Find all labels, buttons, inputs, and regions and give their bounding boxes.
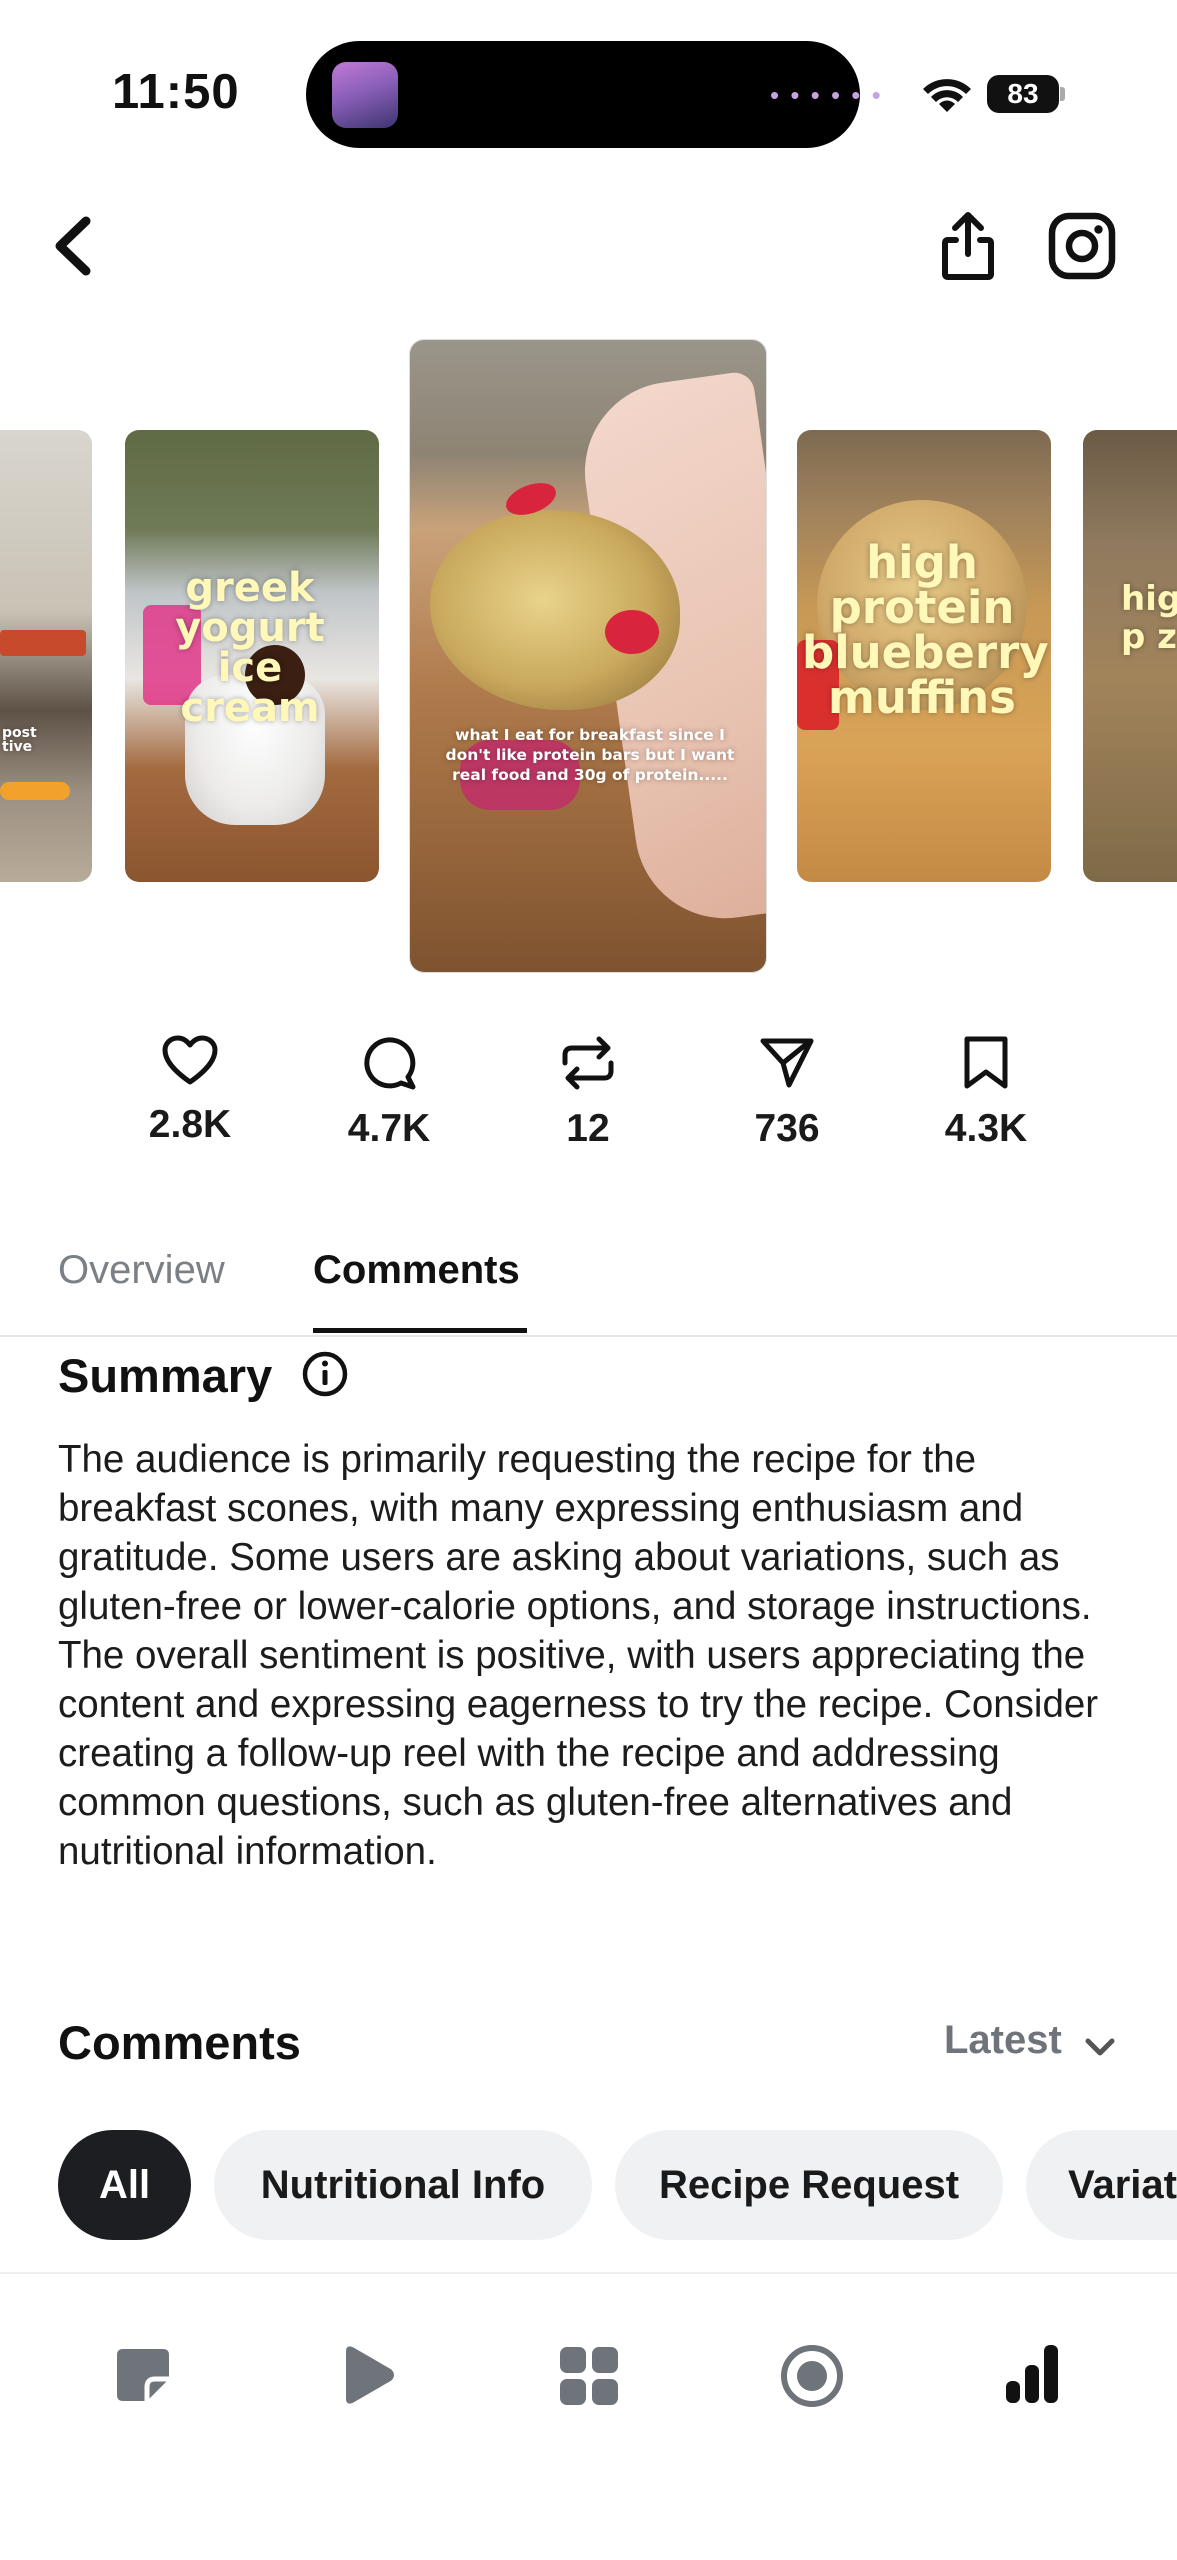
live-activity-app-icon xyxy=(332,62,398,128)
info-icon[interactable] xyxy=(301,1350,349,1398)
status-time: 11:50 xyxy=(112,65,240,119)
back-chevron-icon[interactable] xyxy=(48,215,98,277)
tab-overview[interactable]: Overview xyxy=(58,1248,225,1293)
chevron-down-icon xyxy=(1085,2038,1115,2056)
battery-tip xyxy=(1060,87,1065,101)
carousel-thumb-right-partial[interactable]: high p z xyxy=(1083,430,1177,882)
wifi-icon xyxy=(923,79,971,112)
thumb-overlay-text: high p z xyxy=(1121,579,1177,657)
filter-chip-nutritional-info[interactable]: Nutritional Info xyxy=(214,2130,592,2240)
repost-icon xyxy=(562,1036,614,1090)
filter-chip-all[interactable]: All xyxy=(58,2130,191,2240)
apps-grid-icon[interactable] xyxy=(558,2345,620,2407)
summary-text: The audience is primarily requesting the… xyxy=(58,1438,1099,1873)
insights-bar-chart-icon[interactable] xyxy=(1004,2343,1060,2405)
stat-likes: 2.8K xyxy=(105,1035,275,1147)
carousel-thumb-greek-yogurt[interactable]: greek yogurt ice cream xyxy=(125,430,379,882)
battery-indicator: 83 xyxy=(987,75,1059,113)
heart-icon xyxy=(162,1035,218,1085)
thumb-overlay-text: high protein blueberry muffins xyxy=(802,536,1049,724)
stat-comments: 4.7K xyxy=(304,1035,474,1151)
tab-comments[interactable]: Comments xyxy=(313,1248,520,1293)
stat-reposts: 12 xyxy=(503,1035,673,1151)
posts-icon[interactable] xyxy=(113,2345,173,2405)
reels-play-icon[interactable] xyxy=(340,2345,396,2405)
likes-count: 2.8K xyxy=(148,1103,232,1146)
comments-count: 4.7K xyxy=(347,1107,431,1150)
saves-count: 4.3K xyxy=(944,1107,1028,1150)
comment-bubble-icon xyxy=(364,1037,416,1090)
carousel-thumb-blueberry-muffins[interactable]: high protein blueberry muffins xyxy=(797,430,1051,882)
active-tab-indicator xyxy=(313,1328,527,1333)
carousel-thumb-left-partial[interactable]: post tive xyxy=(0,430,92,882)
stat-shares: 736 xyxy=(702,1035,872,1151)
sort-dropdown[interactable]: Latest xyxy=(944,2010,1124,2070)
reposts-count: 12 xyxy=(566,1107,610,1150)
stat-saves: 4.3K xyxy=(901,1035,1071,1151)
send-paper-plane-icon xyxy=(760,1038,814,1088)
shares-count: 736 xyxy=(754,1107,820,1150)
thumb-overlay-text: post tive xyxy=(2,725,37,755)
record-icon[interactable] xyxy=(779,2343,845,2409)
live-activity-dots: • • • • • • xyxy=(770,80,883,110)
bookmark-icon xyxy=(964,1036,1008,1089)
filter-chip-recipe-request[interactable]: Recipe Request xyxy=(615,2130,1003,2240)
share-upload-icon[interactable] xyxy=(940,210,996,282)
comments-heading: Comments xyxy=(58,2016,301,2069)
thumb-overlay-text: what I eat for breakfast since I don't l… xyxy=(445,726,735,784)
thumb-overlay-text: greek yogurt ice cream xyxy=(175,565,325,731)
instagram-icon[interactable] xyxy=(1048,212,1116,280)
tabs-divider xyxy=(0,1335,1177,1337)
bottom-nav-divider xyxy=(0,2272,1177,2274)
filter-chip-variations[interactable]: Variat xyxy=(1026,2130,1177,2240)
carousel-thumb-selected[interactable]: what I eat for breakfast since I don't l… xyxy=(410,340,766,972)
summary-heading: Summary xyxy=(58,1349,273,1402)
sort-label: Latest xyxy=(944,2018,1062,2062)
